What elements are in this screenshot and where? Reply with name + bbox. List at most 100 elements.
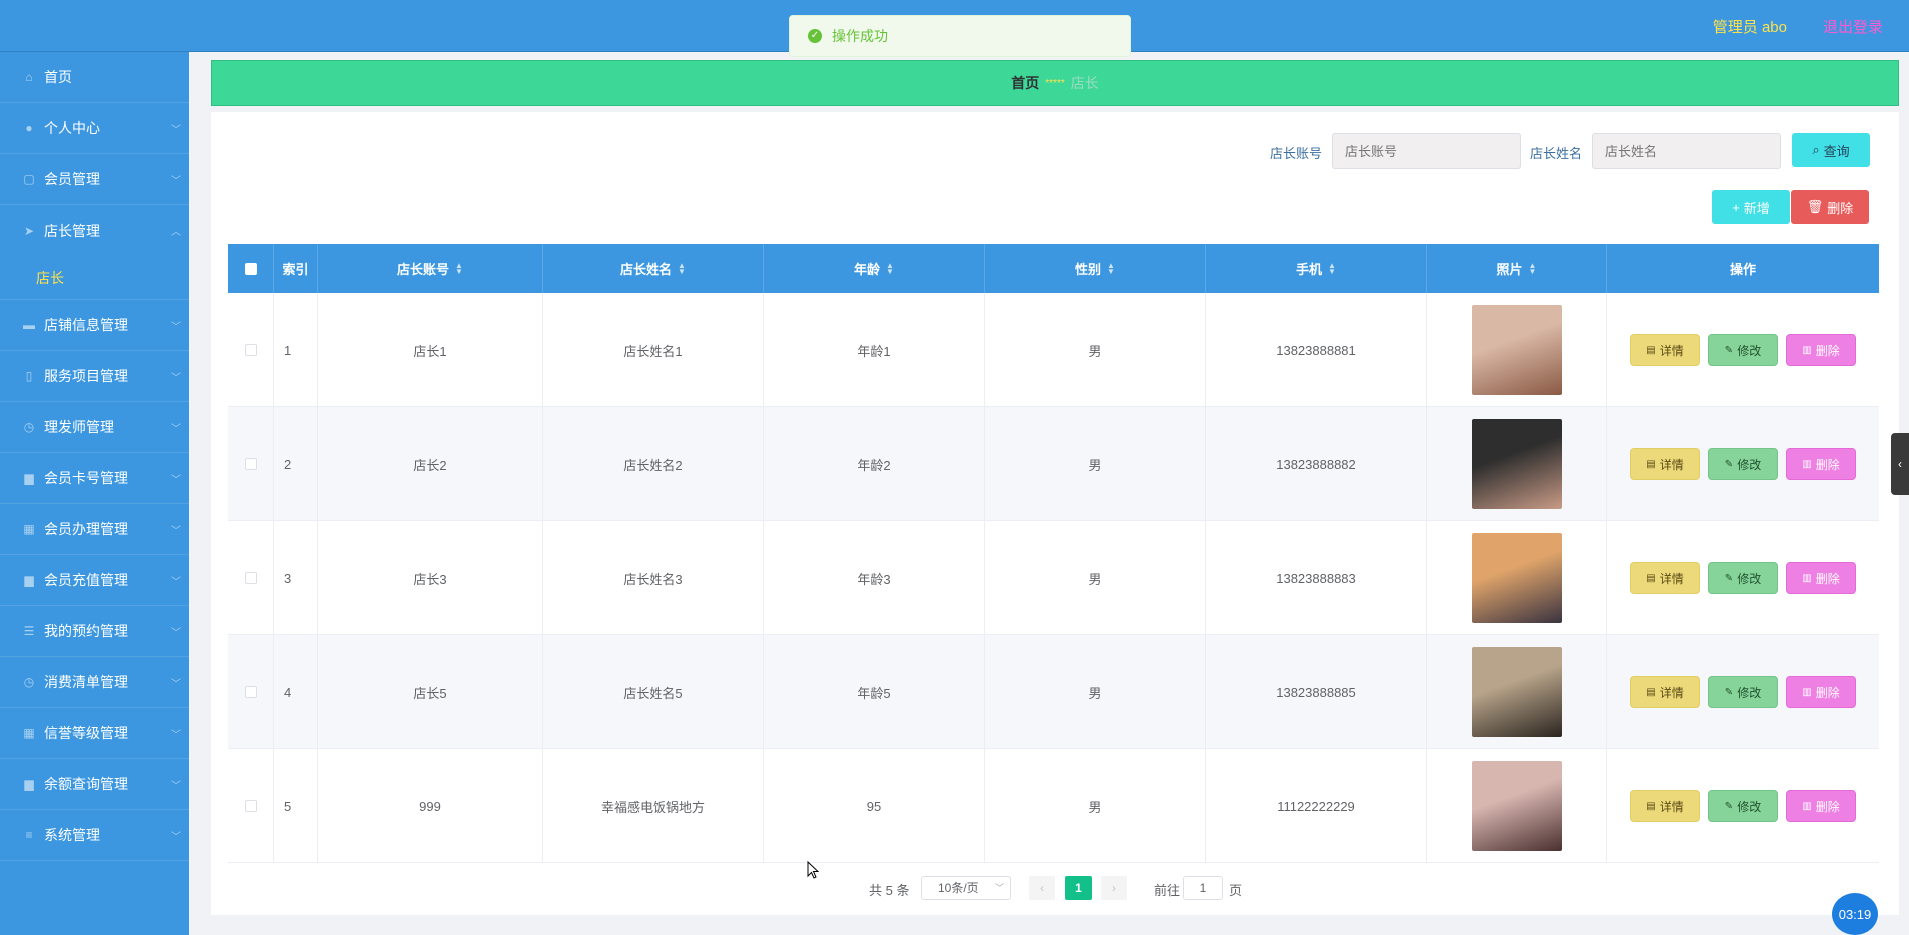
page-number-current[interactable]: 1 <box>1065 876 1092 900</box>
select-all-checkbox[interactable] <box>244 262 257 275</box>
edit-button[interactable]: ✎ 修改 <box>1708 448 1778 480</box>
row-select-cell <box>228 635 274 749</box>
mouse-cursor-icon <box>807 861 819 879</box>
list-icon: ≡ <box>25 828 33 842</box>
row-checkbox[interactable] <box>244 344 257 356</box>
pagination-total: 共 5 条 <box>869 883 910 898</box>
edit-button[interactable]: ✎ 修改 <box>1708 562 1778 594</box>
cell-actions: ▤ 详情 ✎ 修改 ▥ 删除 <box>1607 407 1879 521</box>
pencil-icon: ✎ <box>1724 800 1734 812</box>
detail-button[interactable]: ▤ 详情 <box>1630 676 1700 708</box>
sidebar-item-label: 服务项目管理 <box>44 368 128 384</box>
manager-photo <box>1471 647 1562 737</box>
row-checkbox[interactable] <box>244 458 257 470</box>
query-button-label: 查询 <box>1823 143 1850 159</box>
cell-index: 1 <box>274 293 318 407</box>
column-header-name[interactable]: 店长姓名 ▲ ▼ <box>543 244 764 293</box>
detail-button[interactable]: ▤ 详情 <box>1630 334 1700 366</box>
edit-button[interactable]: ✎ 修改 <box>1708 676 1778 708</box>
delete-button[interactable]: ▥ 删除 <box>1786 334 1856 366</box>
sort-icon[interactable]: ▲ ▼ <box>1328 261 1336 275</box>
sidebar-item-barbers[interactable]: ◷ 理发师管理 ﹀ <box>0 402 189 453</box>
sidebar-item-credit[interactable]: ▦ 信誉等级管理 ﹀ <box>0 708 189 759</box>
row-checkbox[interactable] <box>244 686 257 698</box>
sort-icon[interactable]: ▲ ▼ <box>1529 261 1537 275</box>
batch-delete-button[interactable]: 🗑 删除 <box>1791 190 1869 224</box>
briefcase-icon: ▆ <box>24 471 34 485</box>
sidebar-item-consumption[interactable]: ◷ 消费清单管理 ﹀ <box>0 657 189 708</box>
cell-age: 年龄1 <box>764 293 985 407</box>
sidebar-item-members[interactable]: ▢ 会员管理 ﹀ <box>0 154 189 205</box>
sidebar-item-label: 店铺信息管理 <box>44 317 128 333</box>
manager-photo <box>1471 305 1562 395</box>
sidebar-item-balance[interactable]: ▆ 余额查询管理 ﹀ <box>0 759 189 810</box>
next-page-button[interactable]: › <box>1101 876 1127 900</box>
sort-icon[interactable]: ▲ ▼ <box>886 261 894 275</box>
delete-button[interactable]: ▥ 删除 <box>1786 448 1856 480</box>
user-icon: ● <box>25 121 33 135</box>
copy-icon: ▢ <box>23 172 35 186</box>
detail-button[interactable]: ▤ 详情 <box>1630 790 1700 822</box>
column-header-account[interactable]: 店长账号 ▲ ▼ <box>318 244 543 293</box>
logout-link[interactable]: 退出登录 <box>1823 16 1883 37</box>
column-header-age[interactable]: 年龄 ▲ ▼ <box>764 244 985 293</box>
cell-actions: ▤ 详情 ✎ 修改 ▥ 删除 <box>1607 293 1879 407</box>
detail-button[interactable]: ▤ 详情 <box>1630 562 1700 594</box>
row-checkbox[interactable] <box>244 572 257 584</box>
sidebar-item-services[interactable]: ▯ 服务项目管理 ﹀ <box>0 351 189 402</box>
box-icon: ▆ <box>24 777 34 791</box>
plus-icon: + <box>1732 199 1740 215</box>
success-toast: ✓ 操作成功 <box>789 15 1131 57</box>
side-collapse-tab[interactable]: ‹ <box>1891 433 1909 495</box>
column-header-gender[interactable]: 性别 ▲ ▼ <box>985 244 1206 293</box>
clock-icon: ◷ <box>23 420 35 434</box>
breadcrumb-home[interactable]: 首页 <box>1011 73 1039 93</box>
sort-icon[interactable]: ▲ ▼ <box>455 261 463 275</box>
add-button[interactable]: + 新增 <box>1712 190 1790 224</box>
name-search-input[interactable] <box>1592 133 1781 169</box>
account-search-input[interactable] <box>1332 133 1521 169</box>
goto-page-input[interactable]: 1 <box>1183 876 1223 900</box>
sidebar-item-label: 余额查询管理 <box>44 776 128 792</box>
query-button[interactable]: ⌕ 查询 <box>1792 133 1870 167</box>
name-label: 店长姓名 <box>1530 146 1583 161</box>
toast-message: 操作成功 <box>832 28 888 44</box>
cell-account: 999 <box>318 749 543 863</box>
table-row: 4 店长5 店长姓名5 年龄5 男 13823888885 ▤ 详情 ✎ 修改 ▥ 删… <box>228 635 1879 749</box>
sort-icon[interactable]: ▲ ▼ <box>1107 261 1115 275</box>
grid-icon: ▦ <box>23 522 35 536</box>
delete-button[interactable]: ▥ 删除 <box>1786 562 1856 594</box>
sidebar-item-managers[interactable]: ➤ 店长管理 ︿ <box>0 205 189 256</box>
prev-page-button[interactable]: ‹ <box>1029 876 1055 900</box>
sidebar-item-recharge[interactable]: ▆ 会员充值管理 ﹀ <box>0 555 189 606</box>
chevron-down-icon: ﹀ <box>171 176 181 187</box>
trash-icon: ▥ <box>1802 800 1812 812</box>
detail-button[interactable]: ▤ 详情 <box>1630 448 1700 480</box>
sidebar-item-member-apply[interactable]: ▦ 会员办理管理 ﹀ <box>0 504 189 555</box>
sidebar-item-shop-info[interactable]: ▬ 店铺信息管理 ﹀ <box>0 300 189 351</box>
edit-button[interactable]: ✎ 修改 <box>1708 790 1778 822</box>
page-size-select[interactable]: 10条/页 ﹀ <box>921 876 1011 900</box>
chevron-down-icon: ﹀ <box>171 526 181 537</box>
sort-icon[interactable]: ▲ ▼ <box>678 261 686 275</box>
row-checkbox[interactable] <box>244 800 257 812</box>
sidebar-item-home[interactable]: ⌂ 首页 <box>0 52 189 103</box>
cell-index: 4 <box>274 635 318 749</box>
chevron-down-icon: ﹀ <box>171 125 181 136</box>
breadcrumb-separator: ***** <box>1045 77 1065 89</box>
cell-account: 店长5 <box>318 635 543 749</box>
sidebar-item-profile[interactable]: ● 个人中心 ﹀ <box>0 103 189 154</box>
sidebar-item-member-cards[interactable]: ▆ 会员卡号管理 ﹀ <box>0 453 189 504</box>
delete-button[interactable]: ▥ 删除 <box>1786 676 1856 708</box>
sidebar-item-appointments[interactable]: ☰ 我的预约管理 ﹀ <box>0 606 189 657</box>
cell-index: 3 <box>274 521 318 635</box>
sidebar-item-system[interactable]: ≡ 系统管理 ﹀ <box>0 810 189 861</box>
delete-button[interactable]: ▥ 删除 <box>1786 790 1856 822</box>
sidebar-subitem-manager[interactable]: 店长 <box>0 256 189 300</box>
edit-button[interactable]: ✎ 修改 <box>1708 334 1778 366</box>
column-header-phone[interactable]: 手机 ▲ ▼ <box>1206 244 1427 293</box>
cell-account: 店长2 <box>318 407 543 521</box>
chevron-down-icon: ﹀ <box>171 679 181 690</box>
cell-index: 2 <box>274 407 318 521</box>
column-header-photo[interactable]: 照片 ▲ ▼ <box>1427 244 1607 293</box>
